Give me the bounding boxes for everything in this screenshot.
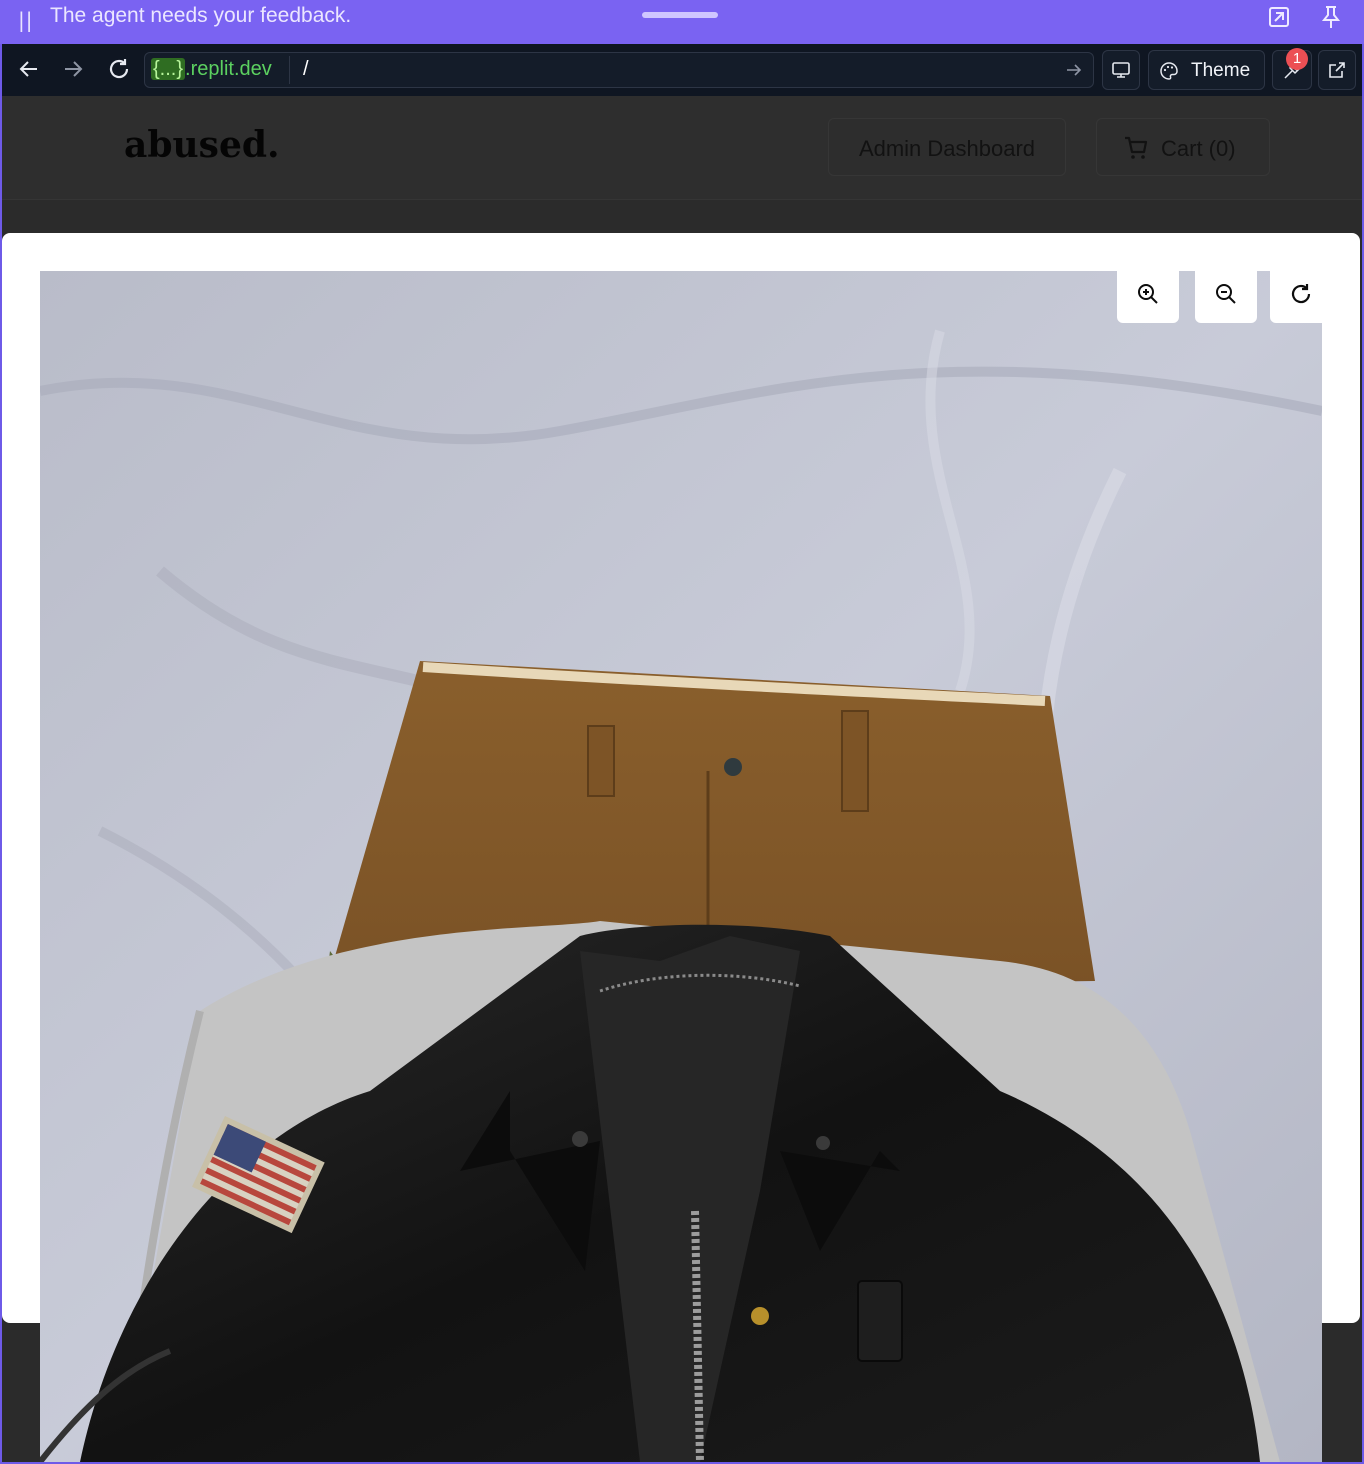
site-viewport: abused. Admin Dashboard Cart (0) (2, 96, 1362, 1462)
feedback-message: The agent needs your feedback. (50, 4, 352, 27)
admin-dashboard-button[interactable]: Admin Dashboard (828, 118, 1066, 176)
notification-badge: 1 (1286, 48, 1308, 70)
theme-button[interactable]: Theme (1148, 50, 1265, 90)
pause-icon[interactable]: || (18, 8, 33, 32)
site-logo[interactable]: abused. (124, 124, 280, 166)
external-link-icon (1329, 62, 1345, 78)
clothing-photo (40, 271, 1322, 1462)
browser-toolbar: {...} .replit.dev / Theme (0, 44, 1364, 96)
url-bar[interactable]: {...} .replit.dev / (144, 52, 1094, 88)
reset-rotate-button[interactable] (1270, 271, 1332, 323)
url-host: {...} .replit.dev (151, 58, 272, 80)
url-divider (289, 56, 290, 84)
product-image[interactable] (40, 271, 1322, 1462)
zoom-in-icon (1138, 284, 1158, 304)
device-preview-button[interactable] (1102, 50, 1140, 90)
rotate-icon (1291, 284, 1311, 304)
cart-icon (1125, 136, 1148, 159)
forward-icon[interactable] (60, 56, 86, 82)
cart-label: Cart (0) (1161, 136, 1236, 161)
agent-feedback-bar: || The agent needs your feedback. (0, 0, 1364, 44)
site-header: abused. Admin Dashboard Cart (0) (2, 96, 1362, 200)
url-path: / (303, 58, 309, 80)
back-icon[interactable] (16, 56, 42, 82)
open-new-tab-button[interactable] (1318, 50, 1356, 90)
zoom-out-icon (1216, 284, 1236, 304)
reload-icon[interactable] (106, 56, 132, 82)
zoom-in-button[interactable] (1117, 271, 1179, 323)
drag-handle[interactable] (642, 12, 718, 18)
pin-icon[interactable] (1318, 4, 1344, 30)
collapse-icon[interactable] (1266, 4, 1292, 30)
theme-label: Theme (1191, 60, 1251, 81)
cart-button[interactable]: Cart (0) (1096, 118, 1270, 176)
palette-icon (1160, 62, 1178, 80)
zoom-out-button[interactable] (1195, 271, 1257, 323)
monitor-icon (1112, 62, 1130, 78)
admin-dashboard-label: Admin Dashboard (858, 136, 1036, 161)
go-arrow-icon[interactable] (1065, 61, 1083, 79)
